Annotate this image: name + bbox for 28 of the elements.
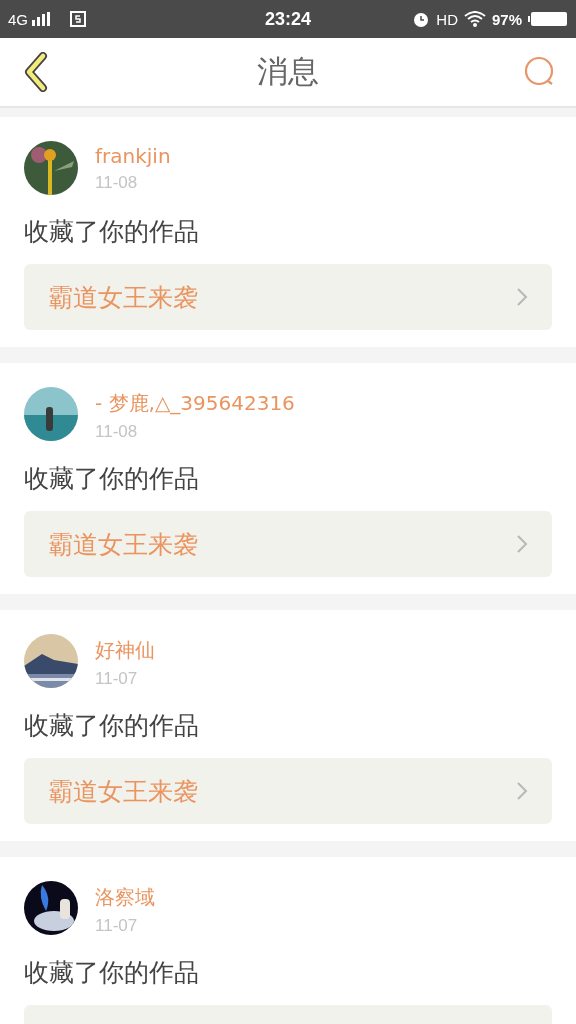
message-text: 收藏了你的作品 [24,710,200,742]
work-link[interactable]: 霸道女王来袭 [24,511,552,577]
work-link[interactable]: 霸道女王来袭 [24,758,552,824]
message-text: 收藏了你的作品 [24,216,200,248]
hd-label: HD [436,10,458,28]
signal-icon [32,12,52,26]
chevron-right-icon [516,287,528,307]
message-date: 11-08 [95,422,139,442]
user-name[interactable]: frankjin [95,144,171,168]
message-text: 收藏了你的作品 [24,463,200,495]
message-date: 11-07 [95,669,139,689]
message-date: 11-07 [95,916,139,936]
user-name[interactable]: - 梦鹿,△_395642316 [95,390,295,417]
message-date: 11-08 [95,173,139,193]
chevron-right-icon [516,534,528,554]
user-name[interactable]: 洛察域 [95,884,155,911]
battery-icon [528,11,568,27]
page-title: 消息 [257,52,319,91]
user-name[interactable]: 好神仙 [95,637,155,664]
network-label: 4G [8,10,28,28]
battery-percent: 97% [492,10,522,28]
chevron-right-icon [516,781,528,801]
wifi-icon [464,11,486,27]
alarm-icon [412,10,431,28]
sim-icon [70,11,86,27]
work-link[interactable]: 霸道女王来袭 [24,264,552,330]
clock-time: 23:24 [265,8,312,30]
message-text: 收藏了你的作品 [24,957,200,989]
